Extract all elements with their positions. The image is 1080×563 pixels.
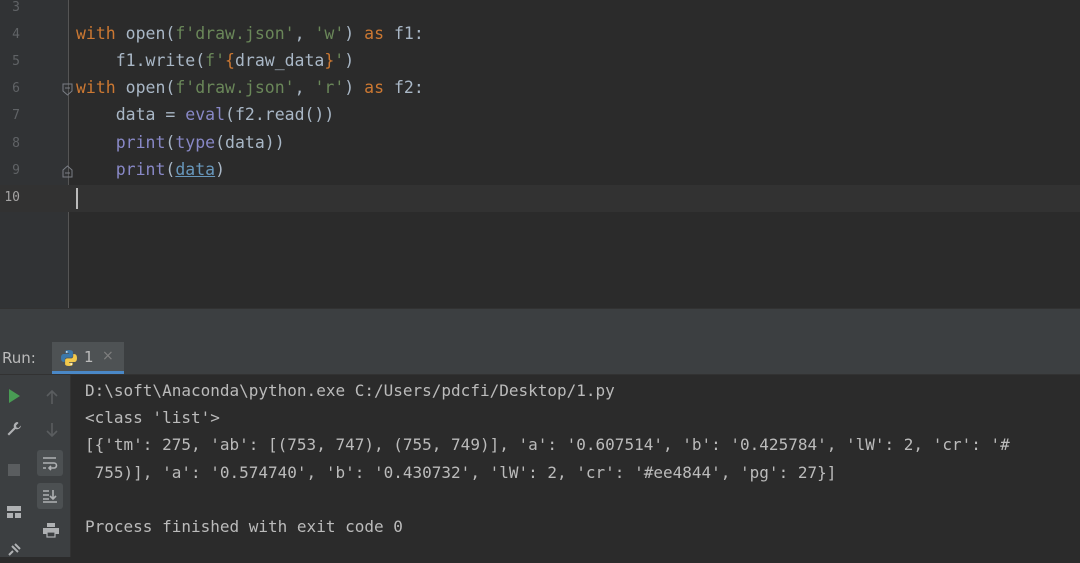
run-tab-label: 1 (84, 348, 94, 366)
code-text: f1.write(f'{draw_data}') (76, 51, 355, 70)
code-text: with open(f'draw.json', 'w') as f1: (76, 24, 424, 43)
console-exit-line: Process finished with exit code 0 (85, 517, 403, 536)
highlighted-variable: data (175, 160, 216, 179)
pin-button[interactable] (1, 537, 27, 563)
line-number: 10 (4, 190, 20, 205)
panel-splitter[interactable] (0, 308, 1080, 343)
layout-icon (7, 506, 21, 518)
soft-wrap-icon (43, 457, 58, 471)
pin-icon (8, 543, 21, 556)
line-number: 9 (12, 163, 20, 178)
printer-icon (43, 523, 59, 538)
scroll-to-end-button[interactable] (37, 483, 63, 509)
rerun-button[interactable] (1, 383, 27, 409)
code-line-9[interactable]: 9 print(data) (0, 158, 1080, 185)
line-number: 5 (12, 54, 20, 69)
play-icon (9, 389, 20, 403)
scroll-to-end-icon (43, 490, 57, 503)
code-line-10[interactable]: 10 (0, 185, 1080, 212)
code-text: print(type(data)) (115, 133, 285, 152)
layout-button[interactable] (1, 499, 27, 525)
line-number: 6 (12, 81, 20, 96)
arrow-up-icon (46, 389, 58, 404)
stop-icon (8, 464, 20, 476)
console-output-line: [{'tm': 275, 'ab': [(753, 747), (755, 74… (85, 435, 1010, 454)
run-toolbar-secondary (34, 375, 71, 557)
edit-config-button[interactable] (1, 416, 27, 442)
code-editor[interactable]: 3 4 with open(f'draw.json', 'w') as f1: … (0, 0, 1080, 308)
scroll-down-button[interactable] (39, 417, 65, 443)
wrench-icon (7, 422, 21, 436)
run-label: Run: (2, 349, 36, 367)
arrow-down-icon (46, 423, 58, 438)
python-icon (61, 350, 77, 366)
line-number: 8 (12, 136, 20, 151)
stop-button[interactable] (1, 457, 27, 483)
code-text: data = eval(f2.read()) (76, 105, 335, 124)
run-console-output[interactable]: D:\soft\Anaconda\python.exe C:/Users/pdc… (71, 375, 1080, 557)
run-toolbar-primary (0, 375, 34, 557)
scroll-up-button[interactable] (39, 384, 65, 410)
soft-wrap-button[interactable] (37, 450, 63, 476)
code-line-4[interactable]: 4 with open(f'draw.json', 'w') as f1: (0, 22, 1080, 49)
console-command-line: D:\soft\Anaconda\python.exe C:/Users/pdc… (85, 381, 615, 400)
code-text: with open(f'draw.json', 'r') as f2: (76, 78, 424, 97)
line-number: 4 (12, 27, 20, 42)
run-tool-header: Run: 1 × (0, 342, 1080, 375)
code-line-3[interactable]: 3 (0, 0, 1080, 22)
code-line-8[interactable]: 8 print(type(data)) (0, 131, 1080, 158)
code-line-6[interactable]: 6 with open(f'draw.json', 'r') as f2: (0, 76, 1080, 103)
line-number: 3 (12, 0, 20, 15)
print-button[interactable] (38, 517, 64, 543)
close-tab-icon[interactable]: × (102, 348, 114, 364)
fold-end-icon[interactable] (62, 165, 73, 178)
console-output-line: 755)], 'a': '0.574740', 'b': '0.430732',… (85, 463, 837, 482)
code-text: print(data) (115, 160, 226, 179)
console-output-line: <class 'list'> (85, 408, 220, 427)
run-tab-1[interactable]: 1 × (52, 342, 124, 374)
code-line-5[interactable]: 5 f1.write(f'{draw_data}') (0, 49, 1080, 76)
code-line-7[interactable]: 7 data = eval(f2.read()) (0, 103, 1080, 130)
line-number: 7 (12, 108, 20, 123)
fold-collapse-icon[interactable] (62, 83, 73, 96)
text-caret (76, 188, 78, 209)
